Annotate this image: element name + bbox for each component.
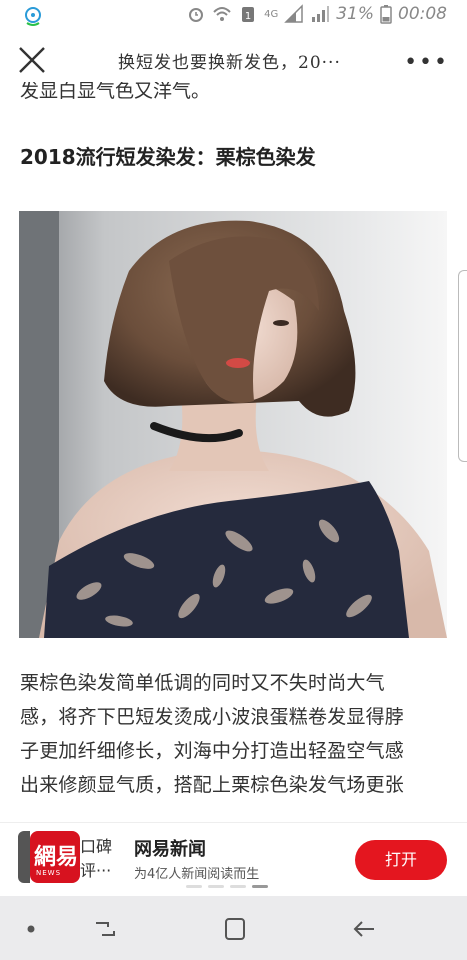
- logo-subtext: NEWS: [36, 869, 62, 877]
- app-promo-banner[interactable]: 網易 NEWS 口碑 评··· 网易新闻 为4亿人新闻阅读而生 打开: [0, 822, 467, 897]
- battery-icon: [380, 5, 392, 24]
- previous-slide-line: 评···: [80, 861, 112, 880]
- home-icon[interactable]: [220, 914, 250, 944]
- status-bar: 1 4G 31% 00:08: [0, 0, 467, 32]
- back-icon[interactable]: [350, 914, 380, 944]
- nav-dot-icon[interactable]: [16, 914, 46, 944]
- top-navbar: 换短发也要换新发色，20··· •••: [0, 32, 467, 88]
- paragraph-line: 感，将齐下巴短发烫成小波浪蛋糕卷发显得脖: [20, 706, 405, 728]
- previous-slide-thumb: [18, 831, 30, 883]
- previous-slide-line: 口碑: [80, 837, 113, 856]
- previous-slide-text: 口碑 评···: [80, 835, 124, 883]
- svg-text:1: 1: [245, 11, 251, 22]
- article-photo: [19, 211, 447, 638]
- app-name: 网易新闻: [134, 839, 206, 860]
- paragraph-line: 出来修颜显气质，搭配上栗棕色染发气场更张: [20, 774, 405, 796]
- alarm-icon: [189, 8, 204, 22]
- assistant-icon: [25, 7, 41, 26]
- clock: 00:08: [398, 4, 447, 24]
- sim-icon: 1: [242, 7, 255, 22]
- signal-bars-icon: [312, 6, 330, 22]
- signal-icon: [284, 4, 303, 23]
- app-tagline: 为4亿人新闻阅读而生: [134, 867, 260, 882]
- carousel-dot[interactable]: [230, 885, 246, 888]
- carousel-dot[interactable]: [186, 885, 202, 888]
- wifi-icon: [213, 7, 231, 21]
- system-nav-bar: [0, 896, 467, 960]
- close-icon[interactable]: [14, 42, 50, 78]
- netease-logo: 網易 NEWS: [30, 831, 80, 883]
- open-app-button[interactable]: 打开: [355, 840, 447, 880]
- section-heading: 2018流行短发染发：栗棕色染发: [20, 145, 316, 169]
- carousel-dot[interactable]: [208, 885, 224, 888]
- previous-text-line: 发显白显气色又洋气。: [20, 82, 210, 106]
- carousel-dot-active[interactable]: [252, 885, 268, 888]
- battery-percent: 31%: [336, 4, 374, 24]
- logo-text: 網易: [34, 844, 79, 870]
- status-right: 1 4G 31% 00:08: [186, 4, 447, 24]
- paragraph-line: 栗棕色染发简单低调的同时又不失时尚大气: [20, 672, 385, 694]
- previous-text: 发显白显气色又洋气。: [20, 82, 211, 102]
- paragraph-line: 子更加纤细修长，刘海中分打造出轻盈空气感: [20, 740, 405, 762]
- article-paragraph: 栗棕色染发简单低调的同时又不失时尚大气 感，将齐下巴短发烫成小波浪蛋糕卷发显得脖…: [20, 666, 450, 802]
- edge-panel-handle[interactable]: [458, 270, 467, 462]
- page-title: 换短发也要换新发色，20···: [118, 53, 341, 73]
- more-menu-button[interactable]: •••: [404, 50, 449, 75]
- network-type: 4G: [264, 8, 279, 20]
- carousel-indicator: [186, 885, 268, 888]
- recents-icon[interactable]: [90, 914, 120, 944]
